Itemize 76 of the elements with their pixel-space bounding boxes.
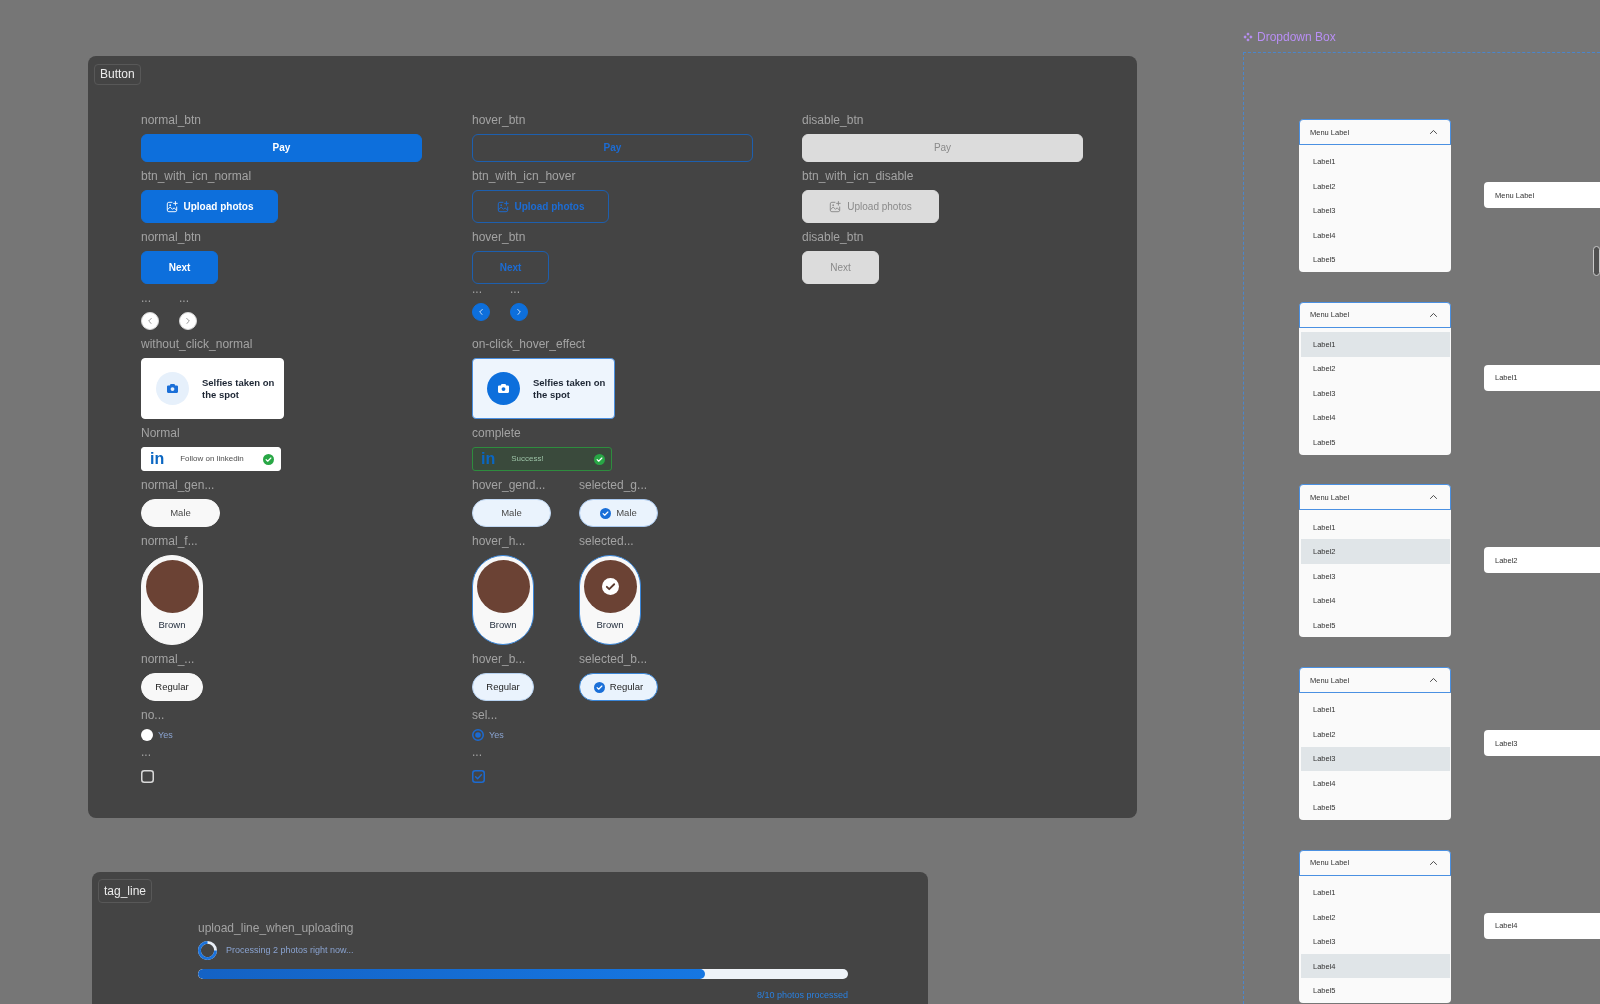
color-option[interactable]: Brown [472, 555, 534, 645]
chevron-right-icon [517, 309, 521, 315]
variant-caption: btn_with_icn_hover [472, 169, 576, 183]
check-circle-icon [600, 507, 612, 519]
frame-title: tag_line [98, 879, 153, 903]
chevron-left-icon [479, 309, 483, 315]
option-pill[interactable]: Male [472, 499, 551, 527]
variant-caption: normal_btn [141, 113, 202, 127]
variant-caption: hover_btn [472, 113, 526, 127]
variant-caption: normal_... [141, 652, 195, 666]
checkbox[interactable] [472, 770, 485, 783]
variant-caption: hover_gend... [472, 478, 546, 492]
color-option[interactable]: Brown [141, 555, 203, 645]
option-chip[interactable]: Regular [472, 673, 534, 701]
variant-caption: selected_g... [579, 478, 648, 492]
variant-caption: on-click_hover_effect [472, 337, 586, 351]
component-icon [1243, 32, 1253, 42]
variant-caption: upload_line_when_uploading [198, 920, 354, 935]
logo-mark: in [481, 451, 496, 467]
variant-caption: disable_btn [802, 113, 864, 127]
scrollbar-thumb[interactable] [1593, 246, 1600, 276]
variant-caption: without_click_normal [141, 337, 253, 351]
variant-caption: btn_with_icn_normal [141, 169, 252, 183]
variant-caption: ... [510, 285, 520, 293]
option-card[interactable]: Selfies taken on the spot [472, 358, 615, 419]
variant-caption: sel... [472, 708, 498, 722]
camera-icon [156, 372, 189, 405]
variant-caption: hover_b... [472, 652, 526, 666]
follow-button[interactable]: in Success! [472, 447, 612, 471]
variant-caption: no... [141, 708, 165, 722]
status-text: Processing 2 photos right now... [226, 945, 354, 956]
variant-caption: selected... [579, 534, 634, 548]
variant-caption: hover_btn [472, 230, 526, 244]
variant-caption: normal_btn [141, 230, 202, 244]
variant-caption: disable_btn [802, 230, 864, 244]
spinner-icon [198, 941, 217, 960]
option-card[interactable]: Selfies taken on the spot [141, 358, 284, 419]
variant-caption: ... [472, 748, 482, 756]
photo-add-icon [829, 200, 842, 213]
follow-button[interactable]: in Follow on linkedin [141, 447, 281, 471]
variant-caption: selected_b... [579, 652, 648, 666]
chevron-right-icon [186, 318, 190, 324]
check-circle-icon [593, 681, 605, 693]
small-button[interactable]: Next [141, 251, 218, 284]
variant-caption: ... [179, 294, 189, 302]
logo-mark: in [150, 451, 165, 467]
radio-label: Yes [158, 729, 173, 741]
wide-button[interactable]: Pay [141, 134, 422, 162]
variant-caption: btn_with_icn_disable [802, 169, 914, 183]
variant-caption: ... [141, 748, 151, 756]
radio-label: Yes [489, 729, 504, 741]
option-pill[interactable]: Male [579, 499, 658, 527]
radio-button[interactable] [472, 729, 484, 741]
option-chip[interactable]: Regular [579, 673, 658, 701]
photo-add-icon [496, 200, 509, 213]
variant-caption: hover_h... [472, 534, 526, 548]
progress-count: 8/10 photos processed [756, 989, 848, 1001]
variant-caption: normal_f... [141, 534, 198, 548]
check-circle-icon [601, 578, 619, 595]
chevron-left-icon [148, 318, 152, 324]
photo-add-icon [165, 200, 178, 213]
frame-title: Dropdown Box [1257, 30, 1336, 44]
option-chip[interactable]: Regular [141, 673, 203, 701]
color-swatch [145, 560, 199, 613]
option-pill[interactable]: Male [141, 499, 220, 527]
radio-button[interactable] [141, 729, 153, 741]
variant-caption: normal_gen... [141, 478, 215, 492]
variant-caption: ... [472, 285, 482, 293]
variant-caption: complete [472, 426, 521, 440]
variant-caption: Normal [141, 426, 180, 440]
camera-icon [487, 372, 520, 405]
icon-button[interactable]: Upload photos [141, 190, 278, 223]
frame-title: Button [94, 64, 141, 85]
color-option[interactable]: Brown [579, 555, 641, 645]
variant-caption: ... [141, 294, 151, 302]
color-swatch [476, 560, 530, 613]
